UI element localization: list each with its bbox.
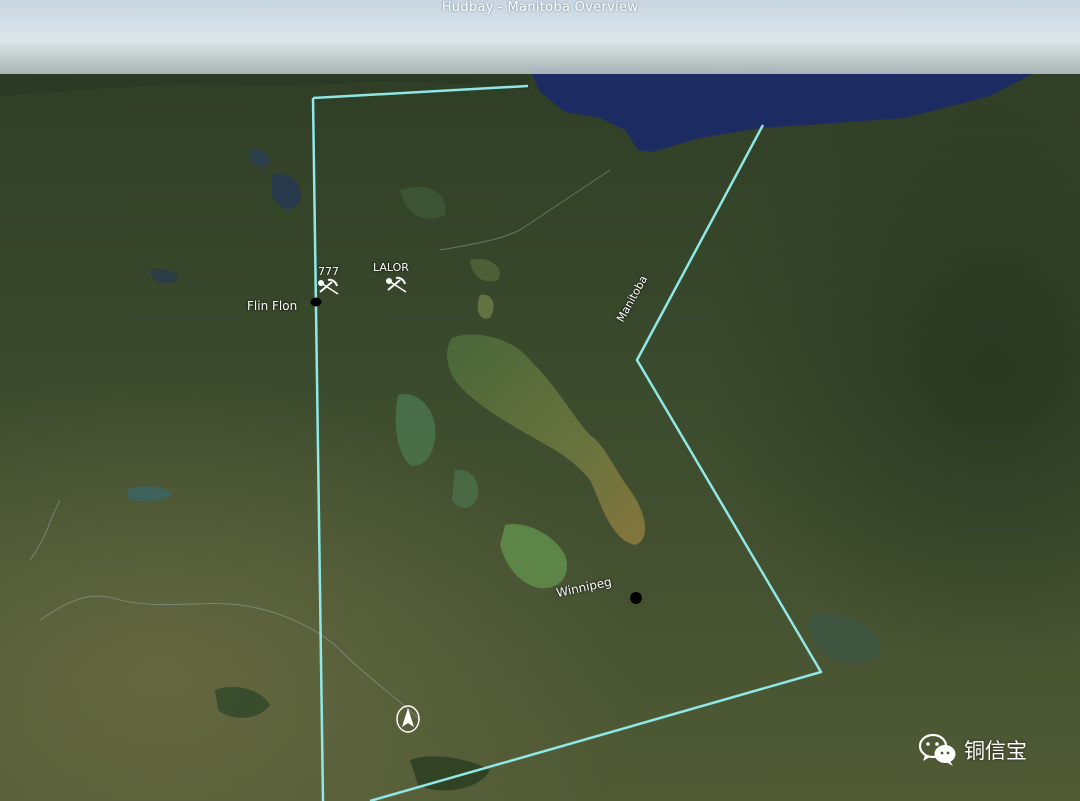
mine-pick-icon[interactable] (384, 276, 408, 294)
page-title: Hudbay - Manitoba Overview (441, 0, 639, 15)
mine-label-lalor[interactable]: LALOR (373, 261, 409, 274)
winnipeg-marker[interactable] (630, 592, 642, 604)
forest-shade (500, 100, 1080, 700)
map-canvas[interactable] (0, 0, 1080, 801)
watermark-text: 铜信宝 (964, 739, 1027, 763)
mine-label-777[interactable]: 777 (318, 265, 339, 278)
wechat-icon (918, 733, 956, 766)
city-label-flin-flon[interactable]: Flin Flon (247, 299, 297, 313)
flin-flon-marker[interactable] (310, 297, 322, 307)
watermark: 铜信宝 (918, 733, 1027, 767)
mine-pick-icon[interactable] (316, 278, 340, 296)
